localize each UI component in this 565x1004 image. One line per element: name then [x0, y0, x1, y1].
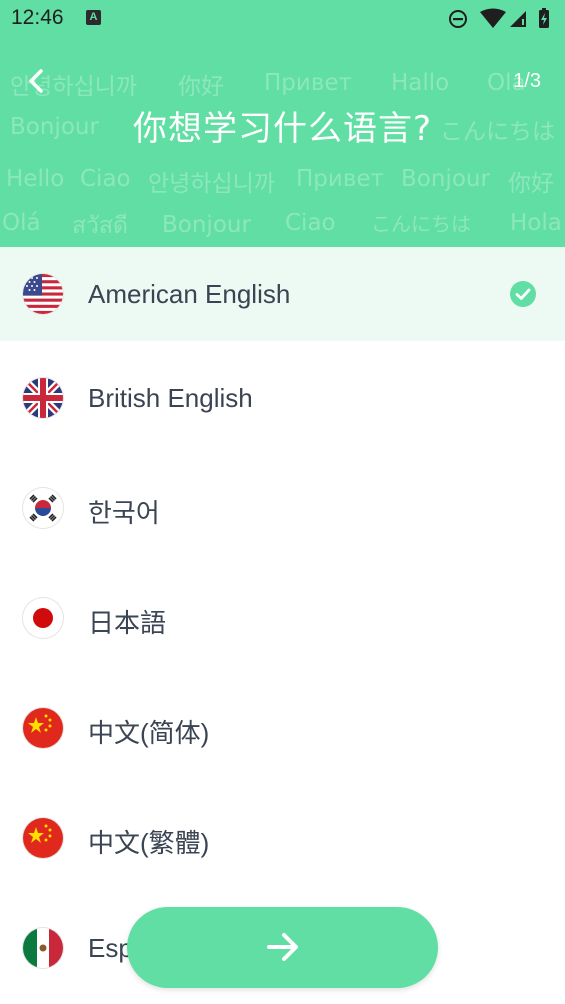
- dnd-icon: [449, 10, 467, 28]
- language-name: 中文(繁體): [88, 828, 210, 858]
- bg-word: Привет: [264, 70, 352, 96]
- bg-word: Hello: [6, 166, 65, 192]
- uk-flag-icon: [23, 378, 63, 418]
- language-option-american-english[interactable]: American English: [0, 247, 565, 341]
- language-name: 한국어: [88, 498, 160, 528]
- language-name: 中文(简体): [88, 718, 210, 748]
- language-option-chinese-simplified[interactable]: 中文(简体): [0, 671, 565, 781]
- signal-icon: [510, 11, 526, 27]
- language-name: 日本語: [88, 608, 167, 638]
- bg-word: Olá: [2, 210, 41, 236]
- korea-flag-icon: [23, 488, 63, 528]
- battery-icon: [539, 8, 549, 28]
- japan-flag-icon: [23, 598, 63, 638]
- page-counter: 1/3: [513, 70, 541, 92]
- bg-word: Ciao: [80, 166, 131, 192]
- bg-word: Hallo: [391, 70, 450, 96]
- check-circle-icon: [510, 281, 536, 307]
- bg-word: Hola: [510, 210, 562, 236]
- status-icons: [449, 8, 549, 28]
- mexico-flag-icon: [23, 928, 63, 968]
- bg-word: こんにちは: [371, 212, 471, 236]
- bg-word: Привет: [296, 166, 384, 192]
- bg-word: Bonjour: [401, 166, 490, 192]
- language-option-japanese[interactable]: 日本語: [0, 561, 565, 671]
- china-flag-icon: [23, 818, 63, 858]
- bg-word: สวัสดี: [72, 213, 128, 239]
- bg-word: 안녕하십니까: [148, 171, 275, 197]
- page-title: 你想学习什么语言?: [132, 109, 433, 149]
- china-flag-icon: [23, 708, 63, 748]
- language-name: American English: [88, 279, 291, 309]
- language-option-british-english[interactable]: British English: [0, 341, 565, 451]
- back-button[interactable]: [22, 66, 52, 96]
- arrow-right-icon: [267, 933, 298, 961]
- language-option-korean[interactable]: 한국어: [0, 451, 565, 561]
- language-name: British English: [88, 383, 253, 413]
- header-banner: 안녕하십니까 你好 Привет Hallo Ola Bonjour こんにちは…: [0, 0, 565, 247]
- wifi-icon: [480, 8, 506, 28]
- language-option-chinese-traditional[interactable]: 中文(繁體): [0, 781, 565, 891]
- us-flag-icon: [23, 274, 63, 314]
- bg-word: Ciao: [285, 210, 336, 236]
- next-button[interactable]: [127, 907, 438, 988]
- chevron-left-icon: [29, 69, 43, 93]
- status-bar: 12:46 A: [0, 0, 565, 38]
- notification-icon: A: [86, 10, 101, 25]
- language-list: American English British English 한국어 日本語…: [0, 247, 565, 1001]
- bg-word: 你好: [178, 74, 224, 100]
- bg-word: Bonjour: [162, 212, 251, 238]
- bg-word: 你好: [508, 171, 554, 197]
- status-time: 12:46: [11, 6, 64, 29]
